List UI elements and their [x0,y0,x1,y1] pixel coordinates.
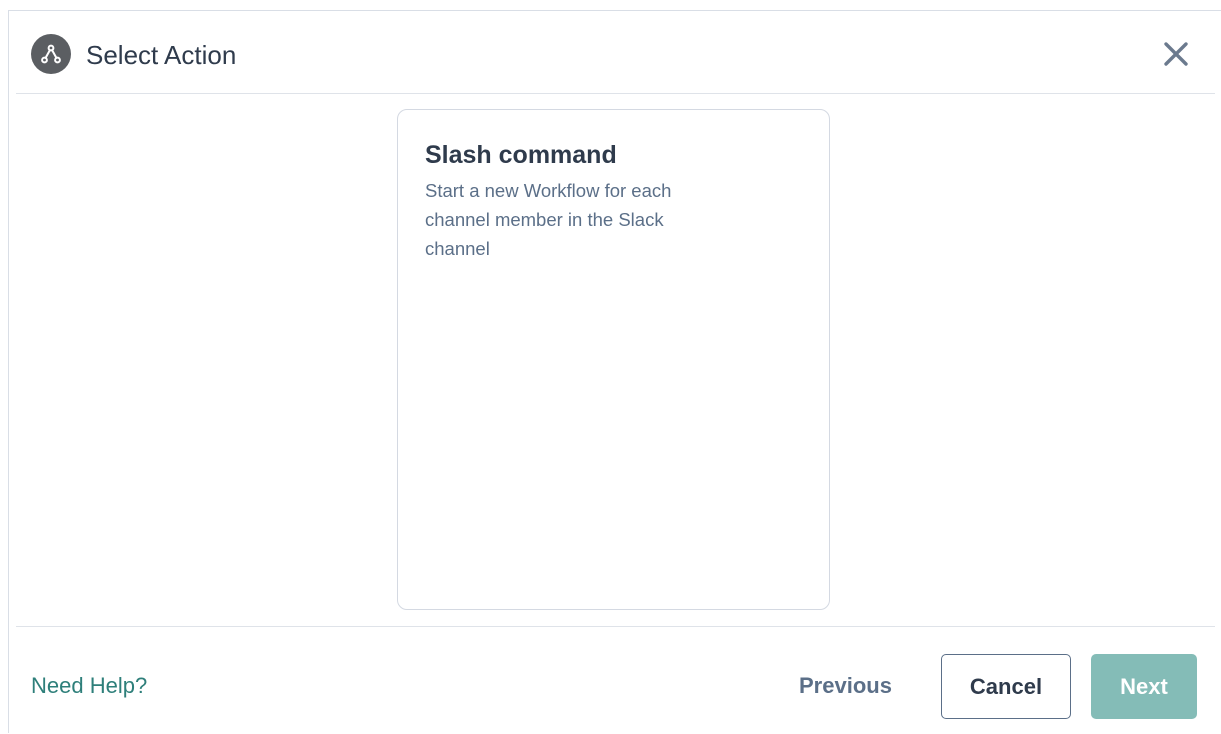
action-card-description: Start a new Workflow for each channel me… [425,180,672,259]
action-card-title: Slash command [425,141,617,169]
dialog-footer: Need Help? Previous Cancel Next [9,627,1221,734]
close-icon [1164,42,1188,66]
next-button[interactable]: Next [1091,654,1197,719]
workflow-nodes-icon [31,34,71,74]
select-action-dialog: Select Action Slash command Start a new … [8,10,1221,733]
need-help-link[interactable]: Need Help? [31,672,147,700]
close-button[interactable] [1161,39,1191,69]
action-card-slash-command[interactable]: Slash command Start a new Workflow for e… [397,109,830,610]
dialog-title: Select Action [86,40,237,70]
cancel-button[interactable]: Cancel [941,654,1071,719]
dialog-header: Select Action [9,11,1221,94]
previous-button[interactable]: Previous [789,672,892,700]
dialog-body: Slash command Start a new Workflow for e… [9,94,1221,626]
